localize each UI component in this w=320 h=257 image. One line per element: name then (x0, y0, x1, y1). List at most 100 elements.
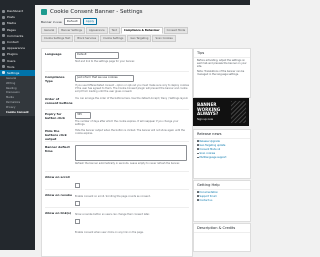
promo-headline: BANNER WORKING ALWAYS? (197, 102, 220, 117)
tab-scan-cookies[interactable]: Scan Cookies (152, 35, 176, 42)
main-content: Cookie Consent Banner - Settings Banner … (35, 5, 251, 257)
compliance-label: Compliance Type (45, 75, 65, 83)
bullet-icon (197, 144, 199, 146)
page-title-text: Cookie Consent Banner - Settings (50, 9, 143, 15)
news-link[interactable]: Scan cookies (200, 152, 216, 155)
news-link[interactable]: Consent Mode v2 (200, 148, 221, 151)
submenu-item-cookie-consent[interactable]: Cookie Consent (0, 111, 35, 116)
settings-tabs: General Banner Settings Appearance Text … (41, 27, 191, 42)
divider (45, 171, 189, 172)
revoke-label: Allow on revoke (45, 193, 72, 197)
bullet-icon (197, 191, 199, 193)
hide-label: Hide the buttons click output (45, 129, 67, 141)
plugin-logo-icon (41, 9, 47, 15)
news-box: Release news Release Upgrade Geo Targeti… (193, 129, 251, 179)
links-label: Allow on link(s) (45, 211, 72, 215)
bullet-icon (197, 156, 199, 159)
compliance-desc: If you use Differentiated consent - opt-… (75, 83, 189, 93)
tips-box: Tips Before activating, adjust the setti… (193, 48, 251, 98)
help-box: Getting Help Documentation Support forum… (193, 180, 251, 222)
delete-textarea[interactable] (75, 145, 187, 161)
hide-desc: Hide the banner output when the button i… (75, 129, 185, 136)
divider (45, 189, 189, 190)
scroll-checkbox[interactable] (75, 183, 80, 188)
compliance-select[interactable]: Just inform that we use cookies (75, 75, 134, 82)
tab-block-services[interactable]: Block Services (74, 35, 100, 42)
sidebar-item-label: Appearance (7, 46, 26, 51)
promo-line-3: ALWAYS? (197, 111, 219, 117)
credits-box: Description & Credits (193, 223, 251, 252)
settings-panel: Language Default Text and link to the se… (41, 48, 193, 257)
apply-button[interactable]: Apply (82, 18, 98, 25)
settings-submenu: General Writing Reading Discussion Media… (0, 76, 35, 117)
tab-general[interactable]: General (41, 27, 58, 34)
bullet-icon (197, 140, 199, 142)
language-desc: Text and link to the settings page for y… (75, 59, 135, 63)
expiry-desc: The number of days after which the cooki… (75, 119, 179, 126)
bullet-icon (197, 195, 199, 197)
help-link[interactable]: Support forum (200, 195, 217, 198)
order-label: Order of consent buttons (45, 97, 73, 105)
sidebar-item-label: Posts (7, 15, 15, 20)
tab-banner-settings[interactable]: Banner Settings (58, 27, 86, 34)
comments-icon (2, 34, 5, 38)
language-label: Language (45, 52, 62, 56)
sidebar-item-label: Dashboard (7, 9, 24, 14)
mail-icon (2, 40, 5, 44)
links-checkbox[interactable] (75, 219, 80, 224)
revoke-checkbox[interactable] (75, 201, 80, 206)
sidebar-item-label: Settings (7, 70, 20, 75)
links-desc: Enable consent when user clicks on any l… (75, 231, 144, 234)
tab-cookie-settings[interactable]: Cookie Settings (100, 35, 127, 42)
bullet-icon (197, 199, 199, 201)
page-title: Cookie Consent Banner - Settings (41, 9, 143, 15)
news-link[interactable]: Multilanguage support (200, 156, 227, 159)
sidebar-item-label: Comments (7, 33, 24, 38)
order-desc: You can arrange the order of the buttons… (75, 97, 189, 100)
sidebar-item-label: Pages (7, 27, 16, 32)
delete-label: Banner deflect time (45, 145, 70, 153)
sidebar-item-label: Users (7, 58, 16, 63)
help-item[interactable]: Contact us (194, 198, 250, 202)
plugins-icon (2, 52, 5, 56)
divider (45, 207, 189, 208)
bullet-icon (197, 152, 199, 155)
tab-consent-mode[interactable]: Consent Mode (163, 27, 189, 34)
pages-icon (2, 28, 5, 32)
tab-text[interactable]: Text (108, 27, 120, 34)
help-title: Getting Help (194, 181, 250, 190)
tab-compliance-behaviour[interactable]: Compliance & Behaviour (120, 27, 163, 34)
news-link[interactable]: Geo Targeting update (200, 144, 226, 147)
help-link[interactable]: Contact us (200, 199, 213, 202)
expiry-label: Expiry for button click (45, 112, 66, 120)
tab-geo-targeting[interactable]: Geo Targeting (127, 35, 152, 42)
promo-pattern (231, 101, 246, 123)
dashboard-icon (2, 9, 5, 13)
news-link[interactable]: Release Upgrade (200, 140, 220, 143)
settings-icon (2, 71, 5, 75)
sidebar-item-label: Tools (7, 64, 15, 69)
sidebar-item-label: Media (7, 21, 17, 26)
posts-icon (2, 15, 5, 19)
tips-title: Tips (194, 49, 250, 58)
expiry-input[interactable]: 365 (75, 112, 91, 119)
tips-text: Before activating, adjust the settings o… (197, 59, 247, 68)
language-select[interactable]: Default (75, 52, 119, 59)
help-link[interactable]: Documentation (200, 191, 218, 194)
appearance-icon (2, 46, 5, 50)
tips-note: Note: Translations of the banner can be … (197, 70, 245, 76)
media-icon (2, 21, 5, 25)
tab-appearance[interactable]: Appearance (86, 27, 108, 34)
news-item[interactable]: Multilanguage support (194, 155, 250, 159)
promo-banner[interactable]: BANNER WORKING ALWAYS? Sign up now (193, 98, 249, 126)
credits-title: Description & Credits (194, 224, 250, 233)
tab-cookie-settings-text[interactable]: Cookie Settings Text (41, 35, 74, 42)
admin-sidebar: Dashboard Posts Media Pages Comments Con… (0, 5, 35, 250)
delete-desc: Refresh the banner automatically in seco… (75, 162, 180, 165)
divider (45, 109, 189, 110)
banner-select[interactable]: Default (63, 18, 81, 25)
banner-select-label: Banner in use (41, 19, 62, 24)
users-icon (2, 59, 5, 63)
divider (45, 141, 189, 142)
divider (45, 71, 189, 72)
